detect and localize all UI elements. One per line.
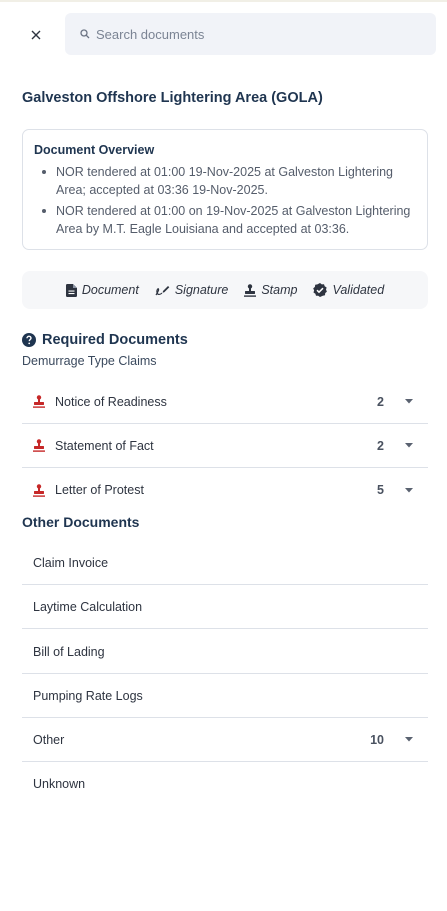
other-doc-label: Pumping Rate Logs [33,688,143,703]
other-doc-label: Laytime Calculation [33,599,143,614]
legend-bar: Document Signature Stamp Validated [22,271,428,309]
document-count: 2 [377,394,384,409]
other-doc-row[interactable]: Bill of Lading [22,630,428,674]
overview-list: NOR tendered at 01:00 19-Nov-2025 at Gal… [34,163,417,238]
help-circle-icon [22,333,36,347]
document-count: 5 [377,483,384,497]
required-doc-row[interactable]: Statement of Fact 2 [22,424,428,468]
document-count: 10 [370,732,384,747]
legend-validated-label: Validated [332,283,385,297]
other-doc-row[interactable]: Laytime Calculation [22,585,428,629]
other-documents-heading: Other Documents [22,514,140,530]
legend-stamp-label: Stamp [261,283,298,297]
overview-heading: Document Overview [34,143,155,157]
search-input[interactable] [96,26,416,42]
validated-badge-icon [313,283,328,297]
overview-item: NOR tendered at 01:00 on 19-Nov-2025 at … [34,202,417,238]
required-doc-row[interactable]: Letter of Protest 5 [22,468,428,512]
other-doc-label: Bill of Lading [33,644,105,659]
signature-icon [155,285,170,295]
top-border [0,0,447,2]
required-doc-label: Statement of Fact [55,438,154,453]
required-documents-heading: Required Documents [42,332,188,348]
other-doc-row[interactable]: Pumping Rate Logs [22,674,428,718]
legend-validated: Validated [313,283,384,297]
other-doc-row[interactable]: Unknown [22,762,428,806]
search-icon [80,29,90,39]
required-doc-row[interactable]: Notice of Readiness 2 [22,380,428,424]
document-icon [65,283,77,297]
required-documents-subheading: Demurrage Type Claims [22,354,157,368]
legend-document: Document [65,283,139,297]
search-box[interactable] [65,13,436,55]
stamp-icon [244,283,257,297]
stamp-icon [33,439,45,452]
other-doc-row[interactable]: Claim Invoice [22,541,428,585]
document-overview-card: Document Overview NOR tendered at 01:00 … [22,129,428,250]
close-icon [31,30,41,40]
overview-item: NOR tendered at 01:00 19-Nov-2025 at Gal… [34,163,417,199]
stamp-icon [33,483,45,497]
other-doc-label: Claim Invoice [33,555,109,570]
chevron-down-icon[interactable] [404,399,414,404]
required-doc-label: Notice of Readiness [55,394,167,409]
legend-stamp: Stamp [244,283,297,297]
page-title: Galveston Offshore Lightering Area (GOLA… [22,90,323,106]
chevron-down-icon[interactable] [404,737,414,742]
legend-signature: Signature [155,283,229,297]
other-doc-label: Other [33,732,65,747]
chevron-down-icon[interactable] [404,487,414,493]
stamp-icon [33,395,45,408]
other-doc-row[interactable]: Other 10 [22,718,428,762]
chevron-down-icon[interactable] [404,443,414,448]
required-doc-label: Letter of Protest [55,483,144,497]
required-documents-header: Required Documents [22,332,188,348]
close-button[interactable] [22,23,50,47]
other-doc-label: Unknown [33,777,86,791]
legend-signature-label: Signature [174,283,229,297]
document-count: 2 [377,438,384,453]
legend-document-label: Document [81,283,139,297]
